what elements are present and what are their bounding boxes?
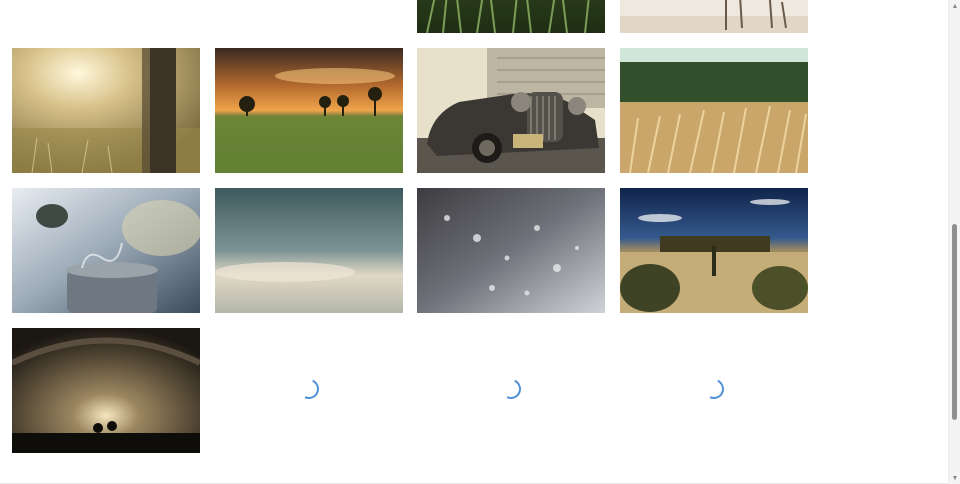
steaming-cup-photo [12, 188, 200, 313]
gallery-image-cloudy-sky[interactable] [215, 188, 403, 313]
sunset-field-photo [215, 48, 403, 173]
gallery-image-vintage-car[interactable] [417, 48, 605, 173]
tuscany-villa-photo [620, 188, 808, 313]
scroll-down-arrow-icon[interactable]: ▼ [949, 472, 960, 484]
loading-spinner-icon [296, 375, 322, 402]
gallery-image-tuscany-villa[interactable] [620, 188, 808, 313]
gallery-viewport: ▲ ▼ [0, 0, 960, 484]
water-droplets-photo [417, 188, 605, 313]
vintage-car-photo [417, 48, 605, 173]
gallery-image-steaming-cup[interactable] [12, 188, 200, 313]
gallery-image-water-droplets[interactable] [417, 188, 605, 313]
gallery-image-sunlit-meadow[interactable] [12, 48, 200, 173]
concert-hall-photo [12, 328, 200, 453]
scroll-up-arrow-icon[interactable]: ▲ [949, 0, 960, 12]
loading-spinner-icon [701, 375, 727, 402]
image-grid [0, 0, 948, 484]
loading-placeholder [620, 328, 808, 453]
gallery-image-concert-hall[interactable] [12, 328, 200, 453]
gallery-image-beach[interactable] [620, 0, 808, 33]
cloudy-sky-photo [215, 188, 403, 313]
beach-photo [620, 0, 808, 33]
wheat-field-photo [620, 48, 808, 173]
gallery-image-grass[interactable] [417, 0, 605, 33]
loading-placeholder [215, 328, 403, 453]
loading-placeholder [417, 328, 605, 453]
grass-photo [417, 0, 605, 33]
gallery-image-wheat-field[interactable] [620, 48, 808, 173]
scroll-thumb[interactable] [952, 224, 957, 420]
vertical-scrollbar[interactable]: ▲ ▼ [948, 0, 960, 484]
loading-spinner-icon [498, 375, 524, 402]
sunlit-meadow-photo [12, 48, 200, 173]
gallery-image-sunset-field[interactable] [215, 48, 403, 173]
